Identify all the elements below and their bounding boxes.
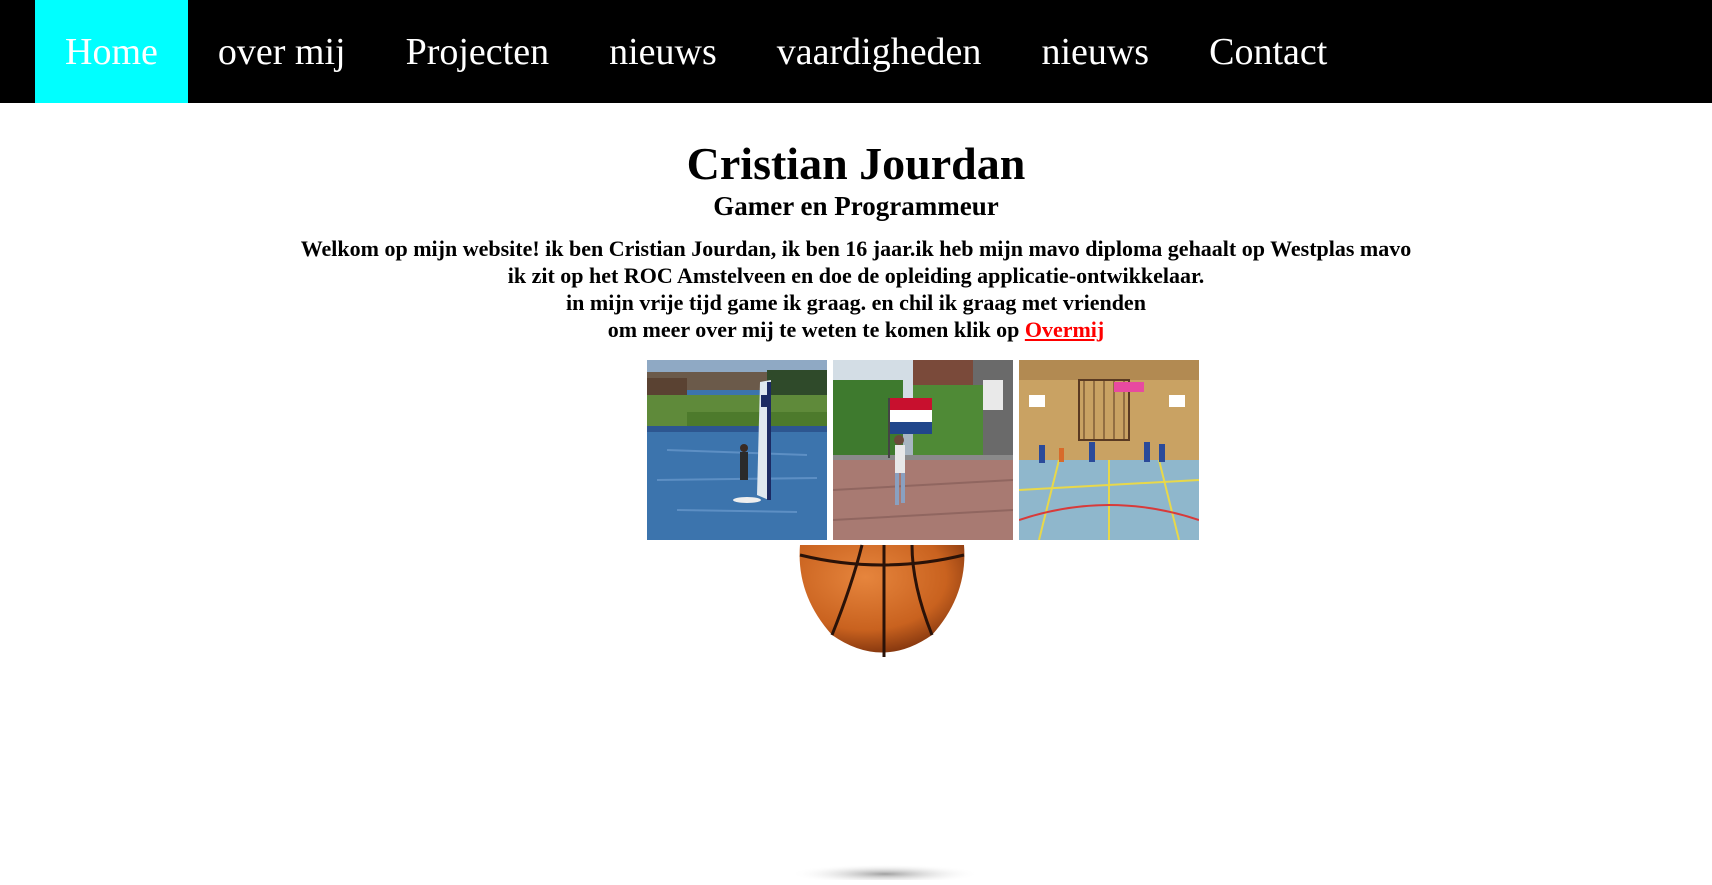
intro-line-1: Welkom op mijn website! ik ben Cristian …	[300, 236, 1412, 261]
intro-line-3: in mijn vrije tijd game ik graag. en chi…	[566, 290, 1146, 315]
main-navbar: Home over mij Projecten nieuws vaardighe…	[0, 0, 1712, 103]
nav-nieuws[interactable]: nieuws	[579, 0, 747, 103]
flag-photo	[833, 360, 1013, 540]
ball-shadow	[790, 860, 980, 885]
nav-nieuws-2[interactable]: nieuws	[1011, 0, 1179, 103]
intro-line-2: ik zit op het ROC Amstelveen en doe de o…	[507, 263, 1205, 288]
intro-line-4: om meer over mij te weten te komen klik …	[0, 316, 1712, 343]
overmij-link[interactable]: Overmij	[1025, 317, 1104, 342]
windsurfing-photo	[647, 360, 827, 540]
page-title: Cristian Jourdan	[686, 138, 1026, 189]
page-subtitle: Gamer en Programmeur	[713, 191, 999, 221]
basketball-image	[792, 535, 972, 665]
nav-contact[interactable]: Contact	[1179, 0, 1357, 103]
intro-text: Welkom op mijn website! ik ben Cristian …	[0, 235, 1712, 343]
nav-home[interactable]: Home	[35, 0, 188, 103]
nav-vaardigheden[interactable]: vaardigheden	[747, 0, 1012, 103]
basketball-court-photo	[1019, 360, 1199, 540]
intro-line-4-text: om meer over mij te weten te komen klik …	[607, 317, 1025, 342]
nav-over-mij[interactable]: over mij	[188, 0, 376, 103]
nav-projecten[interactable]: Projecten	[376, 0, 580, 103]
